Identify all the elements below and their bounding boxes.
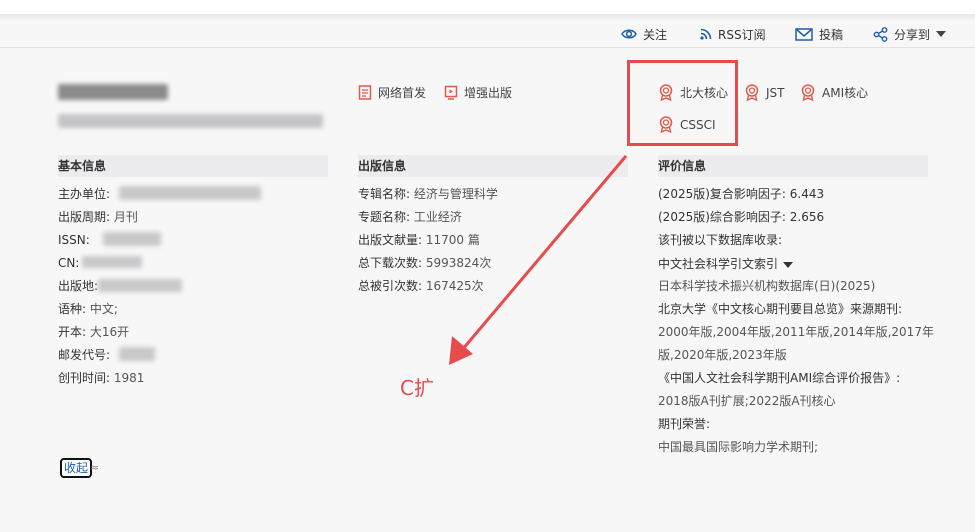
citations-row: 总被引次数: 167425次 [358,278,484,294]
founded-value: 1981 [113,371,145,385]
downloads-label: 总下载次数: [358,256,423,270]
follow-label: 关注 [643,27,668,42]
award-icon [745,84,759,101]
online-first-flag[interactable]: 网络首发 [358,84,426,101]
cn-value-redacted [82,256,142,268]
comprehensive-impact-factor: (2025版)综合影响因子: 2.656 [658,210,825,224]
eye-icon [621,29,637,39]
ami-report-value: 2018版A刊扩展;2022版A刊核心 [658,394,836,408]
format-value: 大16开 [89,325,130,339]
journal-subtitle-redacted [58,114,323,128]
top-shadow [0,14,975,20]
chevron-down-icon [936,31,947,37]
citations-label: 总被引次数: [358,279,423,293]
place-label: 出版地: [58,279,99,293]
badge-label: JST [766,85,785,100]
jst-database-link[interactable]: 日本科学技术振兴机构数据库(日)(2025) [658,278,875,294]
topic-row: 专题名称: 工业经济 [358,209,462,225]
ami-report-label: 《中国人文社会科学期刊AMI综合评价报告》: [658,371,901,385]
language-value: 中文; [89,302,118,316]
cn-row: CN: [58,255,79,271]
downloads-row: 总下载次数: 5993824次 [358,255,491,271]
annotation-text: C扩 [400,376,434,400]
place-value-redacted [98,279,182,292]
share-label: 分享到 [894,27,931,42]
cssci-dropdown[interactable]: 中文社会科学引文索引 [658,256,794,272]
chevron-down-icon [783,261,794,268]
pku-years-line-1: 2000年版,2004年版,2011年版,2014年版,2017年 [658,325,934,339]
badge-jst: JST [744,84,785,101]
cycle-row: 出版周期: 月刊 [58,209,138,225]
rss-button[interactable]: RSS订阅 [700,24,766,44]
topic-label: 专题名称: [358,210,411,224]
citations-value: 167425次 [425,279,484,293]
honor-label: 期刊荣誉: [658,417,711,431]
honor-value: 中国最具国际影响力学术期刊; [658,440,819,454]
founded-label: 创刊时间: [58,371,111,385]
composite-impact-factor: (2025版)复合影响因子: 6.443 [658,187,825,201]
place-row: 出版地: [58,278,98,294]
issn-value-redacted [103,232,161,246]
format-row: 开本: 大16开 [58,324,129,340]
badge-label: AMI核心 [822,86,869,100]
follow-button[interactable]: 关注 [621,24,667,44]
docs-label: 出版文献量: [358,233,423,247]
sponsor-value-redacted [119,186,261,200]
collapse-tail-icon: ≈ [90,461,100,474]
cssci-dropdown-label: 中文社会科学引文索引 [658,257,779,271]
journal-title-redacted [58,84,168,100]
founded-row: 创刊时间: 1981 [58,370,144,386]
online-first-label: 网络首发 [378,86,427,100]
envelope-icon [795,27,813,41]
pku-core-label: 北京大学《中文核心期刊要目总览》来源期刊: [658,302,903,316]
evaluation-heading: 评价信息 [658,155,928,177]
submit-label: 投稿 [819,27,844,42]
sponsor-row: 主办单位: [58,186,110,202]
topic-value: 工业经济 [413,210,462,224]
language-row: 语种: 中文; [58,301,118,317]
postcode-value-redacted [119,347,155,361]
format-label: 开本: [58,325,87,339]
share-icon [873,26,888,42]
basic-info-heading: 基本信息 [58,155,328,177]
issn-label: ISSN: [58,233,90,247]
postcode-row: 邮发代号: [58,347,110,363]
publish-info-heading: 出版信息 [358,155,628,177]
submit-button[interactable]: 投稿 [795,24,843,44]
rss-label: RSS订阅 [718,27,766,42]
docs-row: 出版文献量: 11700 篇 [358,232,480,248]
enhanced-label: 增强出版 [464,86,513,100]
album-row: 专辑名称: 经济与管理科学 [358,186,498,202]
cycle-value: 月刊 [113,210,138,224]
share-button[interactable]: 分享到 [873,24,947,44]
enhanced-flag[interactable]: 增强出版 [444,84,512,101]
database-intro: 该刊被以下数据库收录: [658,233,783,247]
cn-label: CN: [58,256,80,270]
postcode-label: 邮发代号: [58,348,111,362]
collapse-button[interactable]: 收起 [60,458,93,478]
pku-years-line-2: 版,2020年版,2023年版 [658,348,787,362]
rss-icon [700,28,712,40]
language-label: 语种: [58,302,87,316]
sponsor-label: 主办单位: [58,187,111,201]
album-value: 经济与管理科学 [413,187,498,201]
document-icon [358,85,372,100]
cycle-label: 出版周期: [58,210,111,224]
album-label: 专辑名称: [358,187,411,201]
badge-ami-core: AMI核心 [800,84,868,101]
downloads-value: 5993824次 [425,256,492,270]
award-icon [801,84,815,101]
docs-value: 11700 篇 [425,233,480,247]
screen-icon [444,85,458,100]
issn-row: ISSN: [58,232,90,248]
annotation-highlight-box [627,60,738,146]
toolbar-divider [0,47,975,48]
